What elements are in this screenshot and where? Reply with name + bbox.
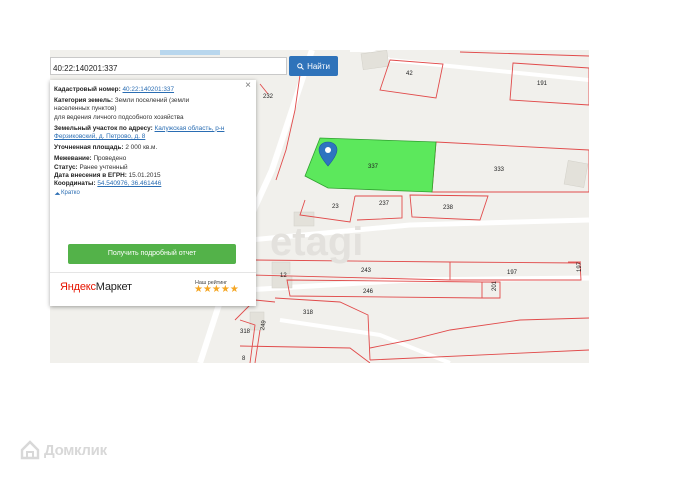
status-label: Статус:	[54, 163, 78, 171]
land-category-label: Категория земель:	[54, 97, 113, 105]
water-area	[160, 50, 220, 55]
land-category-value-2: населенных пунктов)	[54, 105, 117, 113]
address-link[interactable]: Калужская область, р-н	[155, 125, 225, 132]
status-value: Ранее учтенный	[79, 163, 128, 171]
market-banner[interactable]: ЯндексМаркет Наш рейтинг ★★★★★	[50, 272, 256, 307]
parcel-label: 12	[280, 273, 287, 279]
address-label: Земельный участок по адресу:	[54, 124, 153, 132]
parcel-label: 197	[577, 261, 583, 272]
rating-stars-icon: ★★★★★	[194, 284, 239, 295]
coordinates-row: Координаты: 54.540976, 36.461446	[54, 180, 250, 188]
survey-row: Межевание: Проведено	[54, 155, 250, 163]
parcel-label: 197	[507, 270, 518, 276]
close-icon[interactable]: ×	[245, 80, 251, 90]
address-row: Земельный участок по адресу: Калужская о…	[54, 125, 250, 141]
find-button-label: Найти	[307, 61, 330, 71]
brief-link: Кратко	[61, 190, 80, 197]
registry-date-row: Дата внесения в ЕГРН: 15.01.2015	[54, 172, 250, 180]
parcel-label: 42	[406, 71, 413, 77]
registry-date-value: 15.01.2015	[128, 171, 161, 179]
parcel-label: 249	[260, 319, 268, 331]
parcel-label: 318	[303, 310, 314, 316]
domclick-watermark-text: Домклик	[44, 441, 107, 459]
area-label: Уточненная площадь:	[54, 144, 124, 152]
cadastral-number-link[interactable]: 40:22:140201:337	[123, 86, 175, 93]
cadastral-number-row: Кадастровый номер: 40:22:140201:337	[54, 86, 250, 94]
parcel-label: 23	[332, 204, 339, 210]
cadastral-number-label: Кадастровый номер:	[54, 86, 121, 93]
parcel-label: 318	[240, 329, 251, 335]
land-category-value: Земли поселений (земли	[114, 97, 190, 105]
status-row: Статус: Ранее учтенный	[54, 164, 250, 172]
house-icon	[20, 440, 40, 460]
coordinates-link[interactable]: 54.540976, 36.461446	[97, 180, 161, 187]
land-category-row: Категория земель: Земли поселений (земли…	[54, 97, 250, 122]
area-row: Уточненная площадь: 2 000 кв.м.	[54, 144, 250, 152]
parcel-label: 237	[379, 201, 390, 207]
parcel-label: 333	[494, 167, 505, 173]
brief-toggle[interactable]: Кратко	[54, 189, 250, 197]
parcel-info-card: × Кадастровый номер: 40:22:140201:337 Ка…	[50, 80, 256, 306]
parcel-label: 191	[537, 81, 548, 87]
survey-value: Проведено	[93, 155, 127, 163]
land-category-value-3: для ведения личного подсобного хозяйства	[54, 113, 184, 121]
search-bar[interactable]	[50, 57, 287, 77]
parcel-label: 246	[363, 289, 374, 295]
parcel-label: 232	[263, 94, 274, 100]
chevron-up-icon	[54, 191, 61, 195]
get-report-button[interactable]: Получить подробный отчет	[68, 244, 236, 264]
survey-label: Межевание:	[54, 155, 92, 163]
coordinates-label: Координаты:	[54, 180, 96, 188]
area-value: 2 000 кв.м.	[125, 144, 158, 152]
parcel-label: 8	[242, 356, 246, 362]
parcel-label: 337	[368, 164, 379, 170]
parcel-boundaries	[234, 51, 589, 363]
get-report-label: Получить подробный отчет	[107, 249, 197, 257]
search-input[interactable]	[51, 60, 286, 77]
address-link-2[interactable]: Ферзиковский, д. Петрово, д. 8	[54, 133, 145, 140]
search-icon	[297, 62, 304, 70]
parcel-label: 201	[492, 280, 498, 291]
domclick-watermark: Домклик	[20, 440, 107, 460]
yandex-market-logo[interactable]: ЯндексМаркет	[60, 282, 132, 293]
find-button[interactable]: Найти	[289, 56, 338, 76]
parcel-label: 238	[443, 205, 454, 211]
registry-date-label: Дата внесения в ЕГРН:	[54, 171, 127, 179]
parcel-label: 243	[361, 268, 372, 274]
map-watermark: etagi	[270, 220, 363, 264]
